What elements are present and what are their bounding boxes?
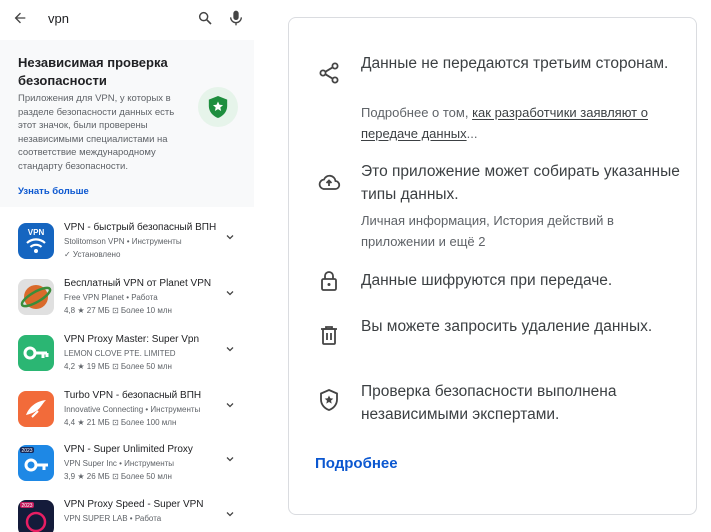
app-icon-vpn-proxy-speed: 2023 [18,500,54,532]
app-meta: 4,4 ★ 21 МБ ⊡ Более 100 млн [64,418,177,427]
svg-text:2023: 2023 [21,448,32,454]
back-arrow-icon[interactable] [12,10,28,26]
app-list-item[interactable]: 2023 VPN Proxy Speed - Super VPN VPN SUP… [0,496,254,532]
safety-info-card: Независимая проверка безопасности Прилож… [0,40,254,207]
chevron-down-icon[interactable] [224,399,236,411]
shield-star-icon [320,389,338,411]
app-list-item[interactable]: VPN VPN - быстрый безопасный ВПН Stolito… [0,219,254,275]
app-list-item[interactable]: 2023 VPN - Super Unlimited Proxy VPN Sup… [0,441,254,497]
item-main-text: Вы можете запросить удаление данных. [361,318,653,335]
shield-star-icon [208,96,228,118]
share-icon [319,62,339,84]
item-sub-text: Личная информация, История действий в пр… [361,213,614,249]
app-name: VPN - Super Unlimited Proxy [64,444,193,455]
svg-text:2023: 2023 [21,503,32,509]
app-icon-vpn-fast: VPN [18,223,54,259]
app-developer: Stolitomson VPN • Инструменты [64,237,182,246]
chevron-down-icon[interactable] [224,343,236,355]
chevron-down-icon[interactable] [224,231,236,243]
app-name: Бесплатный VPN от Planet VPN [64,278,212,289]
app-list-item[interactable]: VPN Proxy Master: Super Vpn LEMON CLOVE … [0,331,254,387]
search-query[interactable]: vpn [48,11,69,26]
card-description: Приложения для VPN, у которых в разделе … [18,93,175,172]
app-icon-turbo-vpn [18,391,54,427]
app-icon-vpn-super: 2023 [18,445,54,481]
card-title: Независимая проверка безопасности [18,55,168,88]
chevron-down-icon[interactable] [224,453,236,465]
sub-prefix: Подробнее о том, [361,105,473,120]
app-name: Turbo VPN - безопасный ВПН [64,390,202,401]
app-icon-vpn-proxy-master [18,335,54,371]
item-main-text: Это приложение может собирать указанные … [361,163,680,203]
search-icon[interactable] [197,10,213,26]
lock-icon [321,271,337,291]
cloud-upload-icon [318,174,341,190]
trash-icon [321,326,337,345]
item-main-text: Данные не передаются третьим сторонам. [361,55,669,72]
app-developer: Innovative Connecting • Инструменты [64,405,201,414]
learn-more-link[interactable]: Узнать больше [18,186,89,197]
app-developer: LEMON CLOVE PTE. LIMITED [64,349,176,358]
app-developer: VPN SUPER LAB • Работа [64,514,162,523]
data-safety-panel: Данные не передаются третьим сторонам. П… [288,17,697,515]
search-results-panel: vpn Независимая проверка безопасности Пр… [0,0,257,532]
app-developer: Free VPN Planet • Работа [64,293,158,302]
app-meta: 3,9 ★ 26 МБ ⊡ Более 50 млн [64,472,172,481]
chevron-down-icon[interactable] [224,508,236,520]
item-main-text: Проверка безопасности выполнена независи… [361,383,617,423]
search-bar: vpn [0,0,257,38]
item-sub-text: Подробнее о том, как разработчики заявля… [361,102,661,144]
app-meta: 4,8 ★ 27 МБ ⊡ Более 10 млн [64,306,172,315]
svg-text:VPN: VPN [28,228,45,237]
mic-icon[interactable] [228,9,244,27]
app-list-item[interactable]: Бесплатный VPN от Planet VPN Free VPN Pl… [0,275,254,331]
verified-shield-badge [198,87,238,127]
sub-suffix: ... [466,126,478,141]
app-name: VPN Proxy Master: Super Vpn [64,334,200,345]
app-developer: VPN Super Inc • Инструменты [64,459,175,468]
app-name: VPN - быстрый безопасный ВПН [64,222,217,233]
app-meta: ✓ Установлено [64,250,121,259]
app-meta: 4,2 ★ 19 МБ ⊡ Более 50 млн [64,362,172,371]
app-icon-planet-vpn [18,279,54,315]
item-main-text: Данные шифруются при передаче. [361,272,613,289]
chevron-down-icon[interactable] [224,287,236,299]
details-link[interactable]: Подробнее [315,455,398,472]
app-list-item[interactable]: Turbo VPN - безопасный ВПН Innovative Co… [0,387,254,443]
app-name: VPN Proxy Speed - Super VPN [64,499,204,510]
